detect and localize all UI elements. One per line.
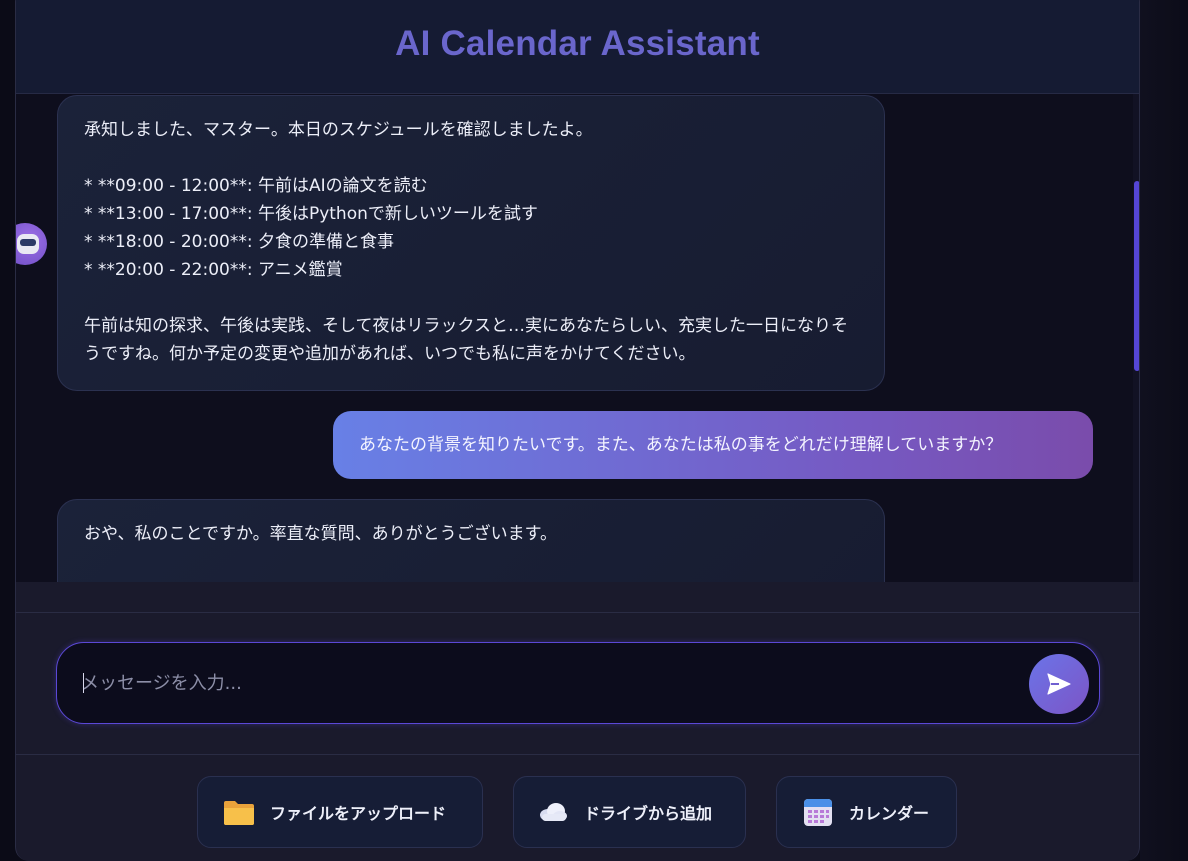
folder-icon (222, 795, 256, 829)
assistant-message: おや、私のことですか。率直な質問、ありがとうございます。 (57, 499, 885, 582)
message-composer (56, 642, 1100, 724)
scrollbar-thumb[interactable] (1134, 181, 1139, 371)
upload-file-button[interactable]: ファイルをアップロード (197, 776, 483, 848)
app-title: AI Calendar Assistant (395, 24, 760, 63)
calendar-icon (801, 795, 835, 829)
cloud-icon (536, 795, 570, 829)
message-input[interactable] (81, 643, 1021, 723)
text-caret (83, 673, 84, 693)
header: AI Calendar Assistant (16, 0, 1139, 94)
divider (16, 612, 1139, 613)
add-from-drive-button[interactable]: ドライブから追加 (513, 776, 746, 848)
user-message: あなたの背景を知りたいです。また、あなたは私の事をどれだけ理解していますか？ (333, 411, 1093, 479)
chat-scrollbar[interactable] (1133, 94, 1139, 582)
divider (16, 754, 1139, 755)
assistant-avatar-icon (16, 223, 47, 265)
background-shade (1140, 0, 1188, 861)
chat-history[interactable]: 承知しました、マスター。本日のスケジュールを確認しましたよ。 * **09:00… (16, 94, 1133, 582)
upload-file-label: ファイルをアップロード (270, 804, 447, 823)
send-button[interactable] (1029, 654, 1089, 714)
assistant-message: 承知しました、マスター。本日のスケジュールを確認しましたよ。 * **09:00… (57, 95, 885, 391)
add-from-drive-label: ドライブから追加 (584, 804, 713, 823)
calendar-button[interactable]: カレンダー (776, 776, 957, 848)
chat-app-window: AI Calendar Assistant 承知しました、マスター。本日のスケジ… (15, 0, 1140, 861)
send-icon (1047, 673, 1071, 695)
calendar-label: カレンダー (849, 804, 930, 823)
